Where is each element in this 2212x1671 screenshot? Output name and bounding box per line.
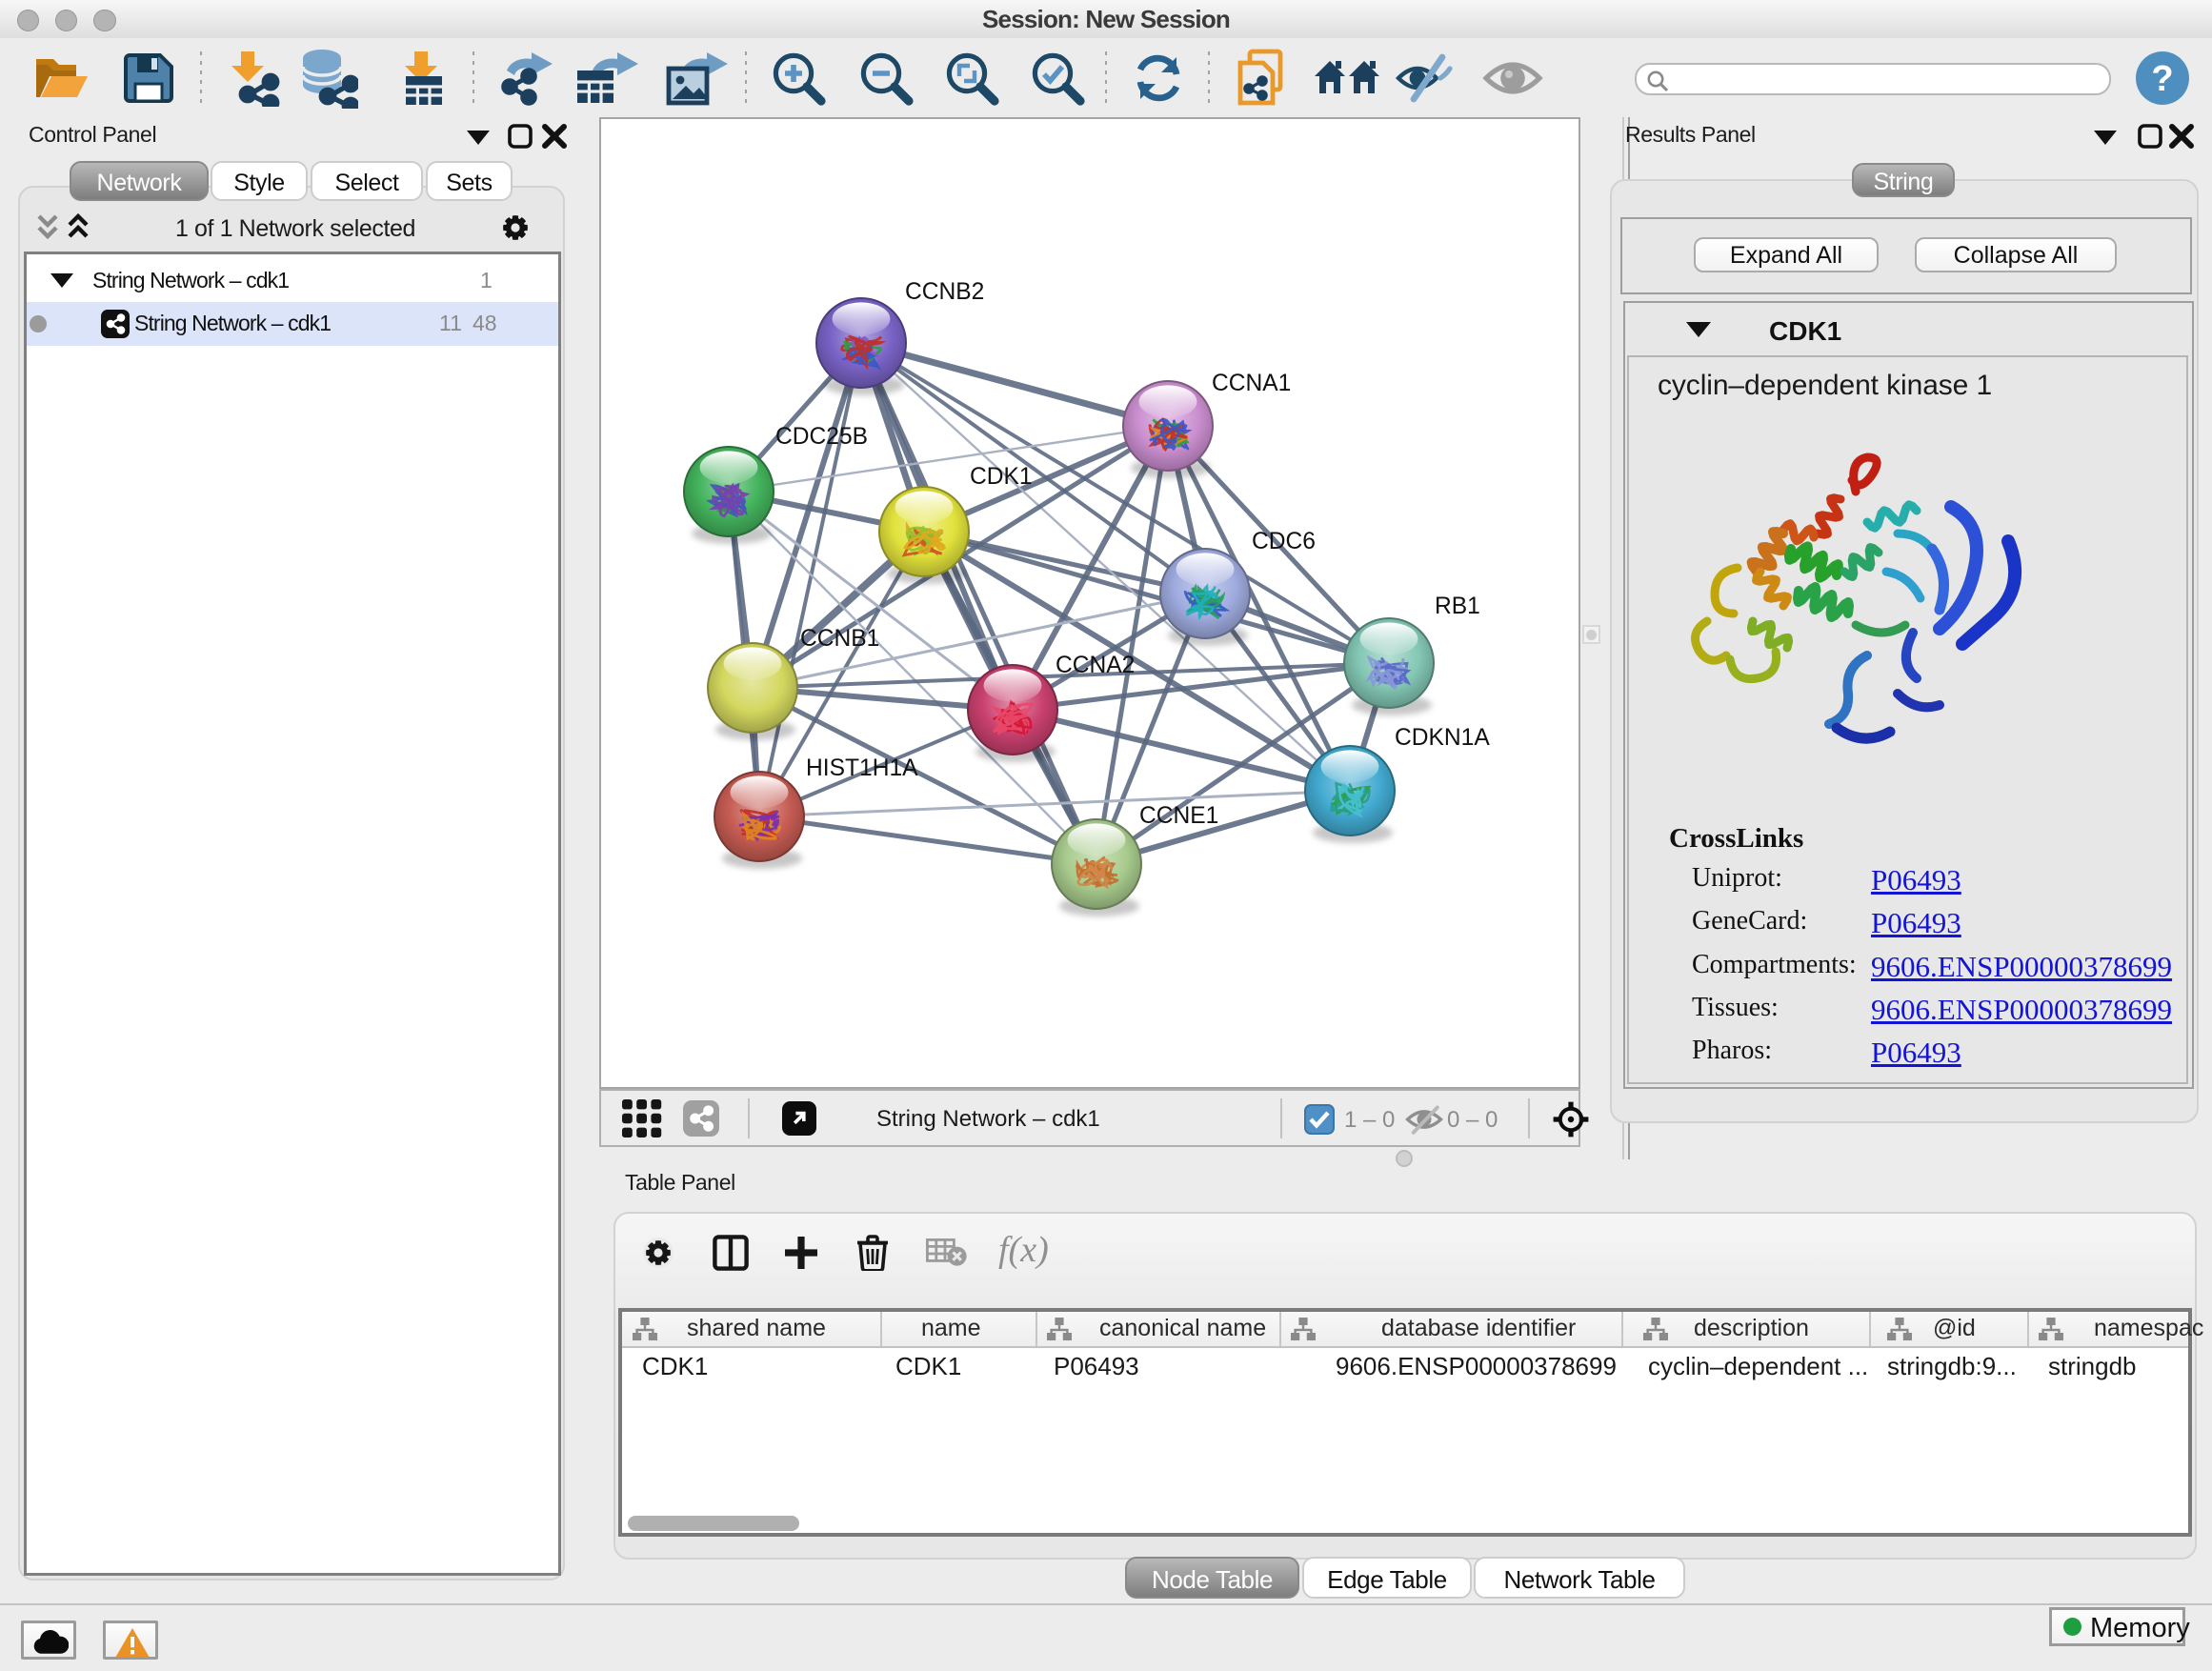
svg-text:CCNB2: CCNB2 <box>905 279 984 305</box>
svg-text:CCNA1: CCNA1 <box>1212 371 1291 396</box>
svg-text:CDK1: CDK1 <box>970 464 1033 490</box>
svg-text:CDC6: CDC6 <box>1252 529 1316 554</box>
svg-text:HIST1H1A: HIST1H1A <box>806 755 918 781</box>
svg-text:CCNA2: CCNA2 <box>1056 653 1135 678</box>
svg-text:CCNE1: CCNE1 <box>1139 803 1218 829</box>
svg-text:?: ? <box>2151 59 2173 99</box>
svg-text:CDKN1A: CDKN1A <box>1395 725 1490 751</box>
svg-text:RB1: RB1 <box>1435 594 1480 619</box>
svg-text:CDC25B: CDC25B <box>775 424 868 450</box>
svg-text:CCNB1: CCNB1 <box>800 626 879 652</box>
